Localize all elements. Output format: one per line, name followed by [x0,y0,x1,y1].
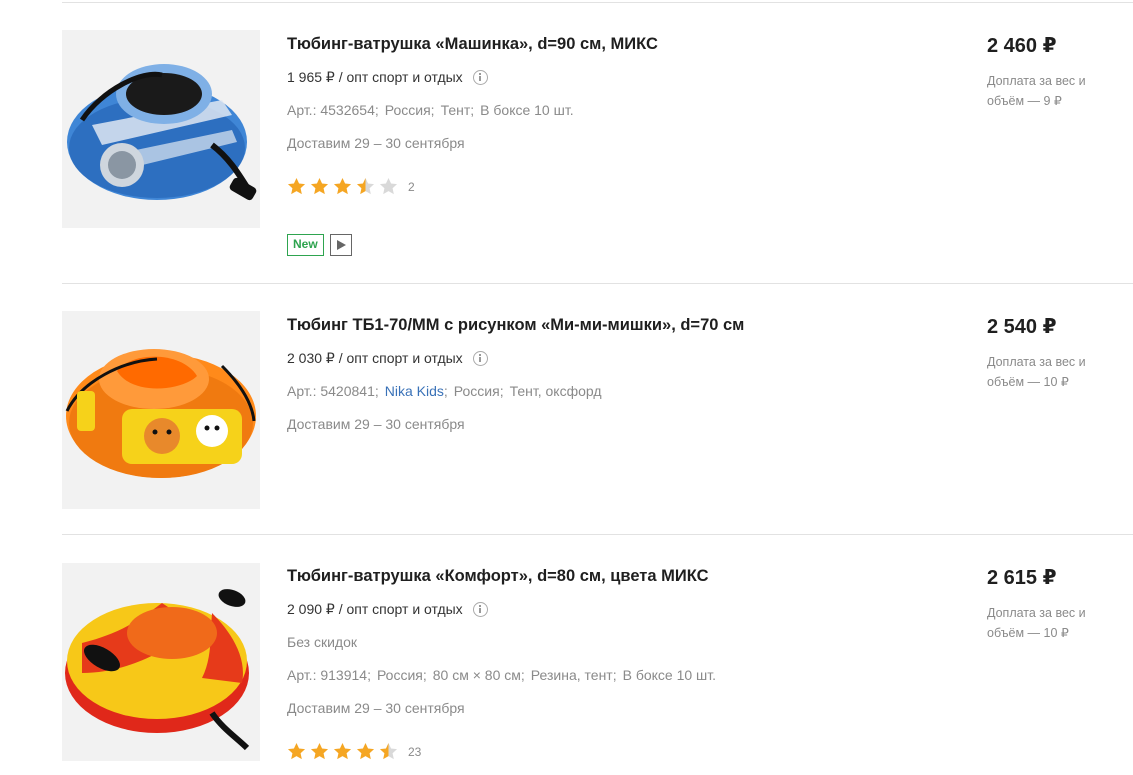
star-filled-icon [333,742,352,760]
price: 2 615 ₽ [987,567,1057,589]
product-image[interactable] [62,30,260,228]
product-attributes: Арт.: 913914; Россия; 80 см × 80 см; Резина… [287,667,716,683]
attribute: 80 см × 80 см; [432,667,525,683]
product-card: Тюбинг-ватрушка «Машинка», d=90 см, МИКС… [62,3,1133,284]
info-icon[interactable] [472,602,488,617]
review-count: 2 [408,179,415,194]
star-half-icon [379,742,398,760]
product-image[interactable] [62,311,260,509]
attribute: Тент, оксфорд [509,383,602,399]
attribute: В боксе 10 шт. [622,667,717,683]
attribute: Россия; [453,383,504,399]
star-filled-icon [333,177,352,195]
delivery-date: Доставим 29 – 30 сентября [287,135,465,151]
wholesale-price: 2 090 ₽ / опт спорт и отдых [287,601,488,618]
surcharge-note: Доплата за вес и объём — 10 ₽ [987,606,1086,640]
price: 2 460 ₽ [987,35,1057,57]
wholesale-price-text: 2 030 ₽ / опт спорт и отдых [287,350,463,366]
star-filled-icon [287,177,306,195]
blue-car-tubing-image [67,64,257,201]
brand-link[interactable]: Nika Kids [385,383,444,399]
star-filled-icon [287,742,306,760]
product-title[interactable]: Тюбинг-ватрушка «Машинка», d=90 см, МИКС [287,35,658,54]
video-play-icon[interactable] [329,234,352,256]
rating[interactable]: 23 [287,742,421,761]
new-badge: New [287,234,324,256]
price: 2 540 ₽ [987,316,1057,338]
wholesale-price: 1 965 ₽ / опт спорт и отдых [287,69,488,86]
star-filled-icon [356,742,375,760]
badges: New [287,234,352,256]
star-filled-icon [310,742,329,760]
attribute: Арт.: 5420841; [287,383,379,399]
product-card: Тюбинг-ватрушка «Комфорт», d=80 см, цвет… [62,535,1133,775]
attribute: Тент; [440,102,475,118]
surcharge-note: Доплата за вес и объём — 9 ₽ [987,74,1086,108]
rating[interactable]: 2 [287,177,415,196]
info-icon[interactable] [472,70,488,85]
attribute: Резина, тент; [530,667,617,683]
attribute: Россия; [376,667,427,683]
product-image[interactable] [62,563,260,761]
attribute: Арт.: 913914; [287,667,371,683]
no-discount-label: Без скидок [287,634,357,650]
surcharge-note: Доплата за вес и объём — 10 ₽ [987,355,1086,389]
product-attributes: Арт.: 5420841; Nika Kids; Россия; Тент, окс… [287,383,602,399]
product-title[interactable]: Тюбинг-ватрушка «Комфорт», d=80 см, цвет… [287,567,709,586]
delivery-date: Доставим 29 – 30 сентября [287,416,465,432]
wholesale-price-text: 1 965 ₽ / опт спорт и отдых [287,69,463,85]
red-yellow-tubing-image [65,589,250,751]
star-filled-icon [310,177,329,195]
star-half-icon [356,177,375,195]
delivery-date: Доставим 29 – 30 сентября [287,700,465,716]
attribute: В боксе 10 шт. [480,102,574,118]
wholesale-price: 2 030 ₽ / опт спорт и отдых [287,350,488,367]
attribute: Россия; [384,102,435,118]
product-title[interactable]: Тюбинг ТБ1-70/ММ с рисунком «Ми-ми-мишки… [287,316,744,335]
orange-mimimishki-tubing-image [65,349,256,478]
info-icon[interactable] [472,351,488,366]
product-attributes: Арт.: 4532654; Россия; Тент; В боксе 10 шт. [287,102,574,118]
attribute: Арт.: 4532654; [287,102,379,118]
star-empty-icon [379,177,398,195]
review-count: 23 [408,744,422,759]
product-card: Тюбинг ТБ1-70/ММ с рисунком «Ми-ми-мишки… [62,284,1133,535]
wholesale-price-text: 2 090 ₽ / опт спорт и отдых [287,601,463,617]
